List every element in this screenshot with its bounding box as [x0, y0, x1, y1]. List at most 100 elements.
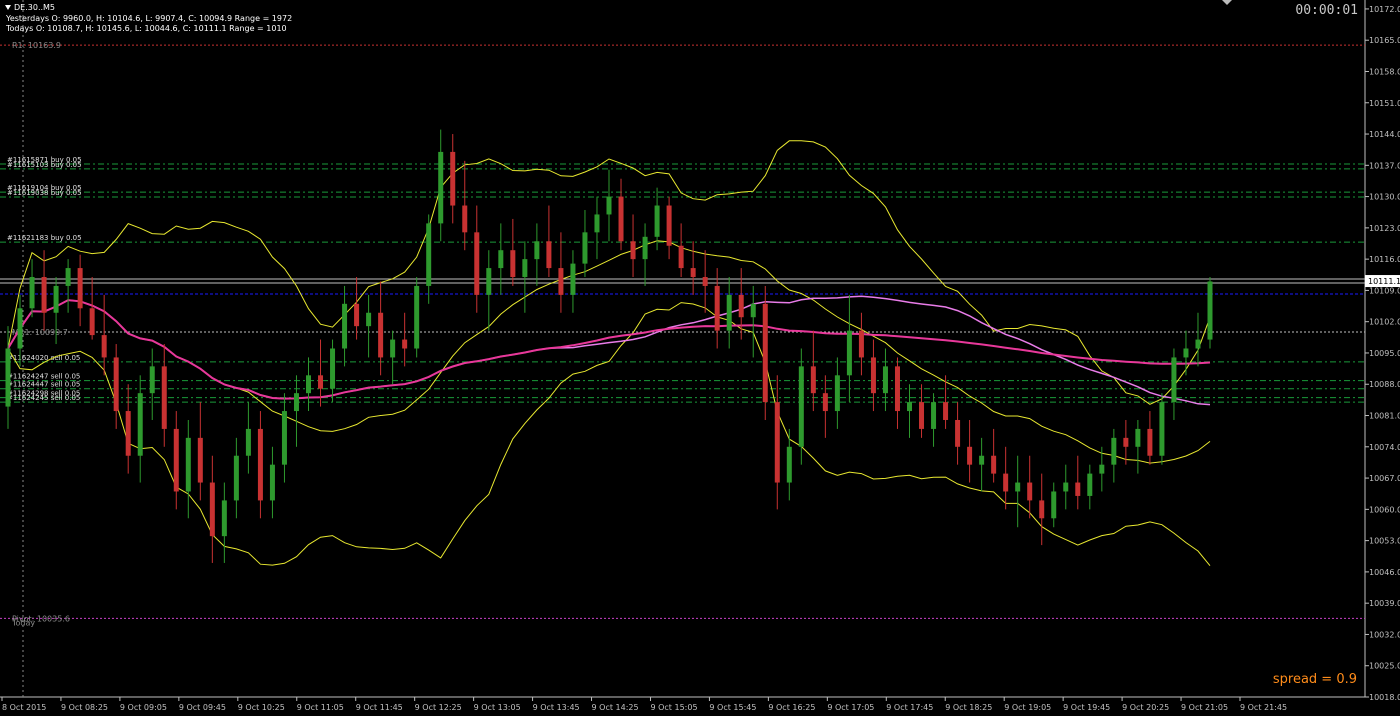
y-tick-label: 10165.0	[1369, 36, 1400, 45]
bull-candle	[786, 446, 792, 483]
y-tick-label: 10095.0	[1369, 349, 1400, 358]
bear-candle	[101, 335, 107, 358]
x-tick-label: 9 Oct 17:45	[886, 703, 933, 712]
bear-candle	[318, 375, 324, 389]
bull-candle	[979, 455, 985, 465]
x-tick-label: 9 Oct 14:25	[592, 703, 639, 712]
bull-candle	[414, 285, 420, 349]
bear-candle	[919, 402, 925, 429]
bear-candle	[1147, 428, 1153, 456]
level-lines: R1: 10163.9MR1: 10099.7Pivot: 10035.6Tod…	[0, 41, 1400, 627]
x-tick-label: 9 Oct 16:25	[768, 703, 815, 712]
y-tick-label: 10123.0	[1369, 224, 1400, 233]
yesterday-stats: Yesterdays O: 9960.0, H: 10104.6, L: 990…	[6, 14, 293, 23]
bull-candle	[798, 366, 804, 447]
bull-candle	[1171, 357, 1177, 403]
price-tag-label: 10111.1	[1368, 277, 1400, 286]
bear-candle	[618, 196, 624, 242]
bull-candle	[306, 375, 311, 394]
bear-candle	[762, 303, 768, 403]
bear-candle	[257, 428, 263, 501]
x-tick-label: 9 Oct 19:05	[1004, 703, 1051, 712]
bear-candle	[450, 151, 456, 206]
bull-candle	[570, 263, 576, 295]
bull-candle	[390, 339, 396, 358]
bull-candle	[1135, 428, 1141, 447]
x-tick-label: 9 Oct 10:25	[238, 703, 285, 712]
bear-candle	[113, 357, 119, 412]
bull-candle	[65, 268, 71, 286]
bull-candle	[498, 250, 504, 269]
time-axis: 8 Oct 2015 9 Oct 08:25 9 Oct 09:05 9 Oct 09…	[1, 697, 1287, 712]
bull-candle	[426, 223, 432, 286]
bear-candle	[1075, 482, 1081, 496]
bull-candle	[330, 348, 336, 389]
bear-candle	[870, 357, 876, 394]
bear-candle	[774, 402, 780, 483]
bull-candle	[642, 236, 648, 260]
bull-candle	[1063, 482, 1069, 492]
bull-candle	[1111, 437, 1117, 465]
today-label: Today	[11, 618, 35, 627]
bull-candle	[654, 205, 660, 237]
bull-candle	[5, 348, 11, 407]
symbol-label: DE.30..M5	[14, 3, 56, 12]
y-tick-label: 10116.0	[1369, 255, 1400, 264]
bull-candle	[1159, 402, 1165, 456]
bull-candle	[606, 196, 612, 215]
x-tick-label: 9 Oct 18:25	[945, 703, 992, 712]
bull-candle	[1207, 281, 1213, 340]
bull-candle	[1099, 464, 1105, 474]
chevron-down-icon[interactable]	[1222, 0, 1232, 5]
bear-candle	[546, 241, 552, 269]
y-tick-label: 10025.0	[1369, 662, 1400, 671]
bear-candle	[1003, 473, 1009, 492]
bear-candle	[474, 232, 480, 295]
bull-candle	[846, 330, 852, 376]
bull-candle	[269, 464, 275, 501]
bull-candle	[137, 393, 143, 456]
y-tick-label: 10137.0	[1369, 161, 1400, 170]
price-chart[interactable]: R1: 10163.9MR1: 10099.7Pivot: 10035.6Tod…	[0, 0, 1400, 716]
bull-candle	[366, 312, 372, 327]
y-tick-label: 10067.0	[1369, 474, 1400, 483]
bear-candle	[462, 205, 468, 233]
candlesticks	[5, 129, 1213, 563]
bear-candle	[894, 366, 900, 412]
bull-candle	[53, 285, 59, 313]
spread-label: spread = 0.9	[1272, 672, 1357, 687]
x-tick-label: 9 Oct 13:45	[533, 703, 580, 712]
bear-candle	[173, 428, 179, 492]
order-label: #11624245 sell 0.05	[7, 394, 80, 402]
bear-candle	[125, 411, 131, 456]
level-label-r1: R1: 10163.9	[12, 41, 61, 50]
bull-candle	[281, 411, 287, 465]
x-tick-label: 9 Oct 08:25	[61, 703, 108, 712]
y-tick-label: 10158.0	[1369, 67, 1400, 76]
symbol-dropdown-icon[interactable]	[5, 5, 11, 10]
bull-candle	[750, 303, 756, 318]
bear-candle	[822, 393, 828, 412]
order-label: #11624447 sell 0.05	[7, 381, 80, 389]
x-tick-label: 9 Oct 21:05	[1181, 703, 1228, 712]
bull-candle	[882, 366, 888, 394]
bull-candle	[149, 366, 155, 394]
order-label: #11624020 sell 0.05	[7, 354, 80, 362]
x-tick-label: 9 Oct 09:45	[179, 703, 226, 712]
x-tick-label: 9 Oct 15:45	[709, 703, 756, 712]
bull-candle	[907, 402, 912, 412]
y-tick-label: 10102.0	[1369, 318, 1400, 327]
bear-candle	[1039, 500, 1045, 519]
bear-candle	[161, 366, 167, 429]
bear-candle	[991, 455, 997, 474]
bear-candle	[89, 308, 95, 336]
x-tick-label: 9 Oct 13:05	[474, 703, 521, 712]
chart-grid	[0, 0, 1366, 698]
bull-candle	[1195, 339, 1201, 349]
x-tick-label: 9 Oct 17:05	[827, 703, 874, 712]
moving-average-slow	[7, 299, 1211, 400]
y-tick-label: 10081.0	[1369, 412, 1400, 421]
bear-candle	[402, 339, 408, 349]
bull-candle	[342, 303, 348, 349]
bear-candle	[354, 303, 360, 327]
